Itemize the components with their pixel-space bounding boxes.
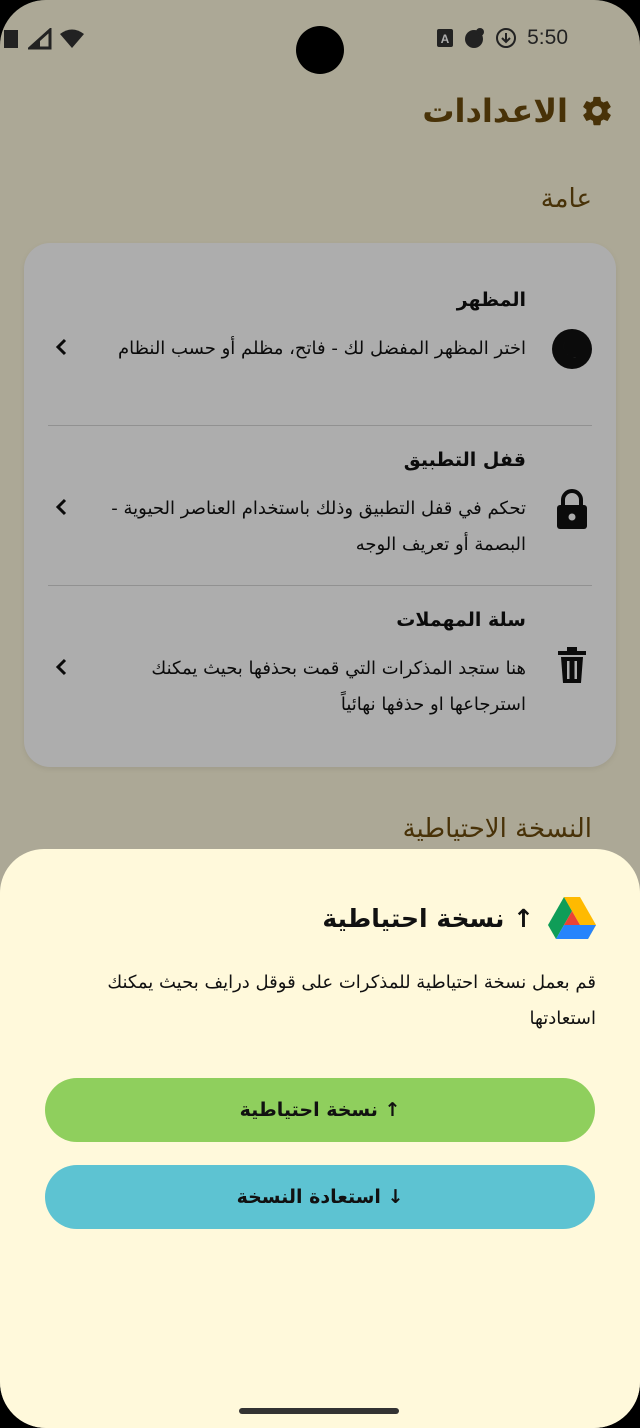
restore-button[interactable]: ↓ استعادة النسخة [45,1165,595,1229]
sheet-header: ↑ نسخة احتياطية [322,897,596,939]
backup-button[interactable]: ↑ نسخة احتياطية [45,1078,595,1142]
home-indicator[interactable] [239,1408,399,1414]
screen: A 5:50 الاعدادات عامة المظهر اختر المظهر… [0,0,640,1428]
backup-bottom-sheet: ↑ نسخة احتياطية قم بعمل نسخة احتياطية لل… [0,849,640,1428]
google-drive-icon [548,897,596,939]
sheet-description: قم بعمل نسخة احتياطية للمذكرات على قوقل … [107,972,596,1029]
sheet-title: ↑ نسخة احتياطية [322,903,534,933]
